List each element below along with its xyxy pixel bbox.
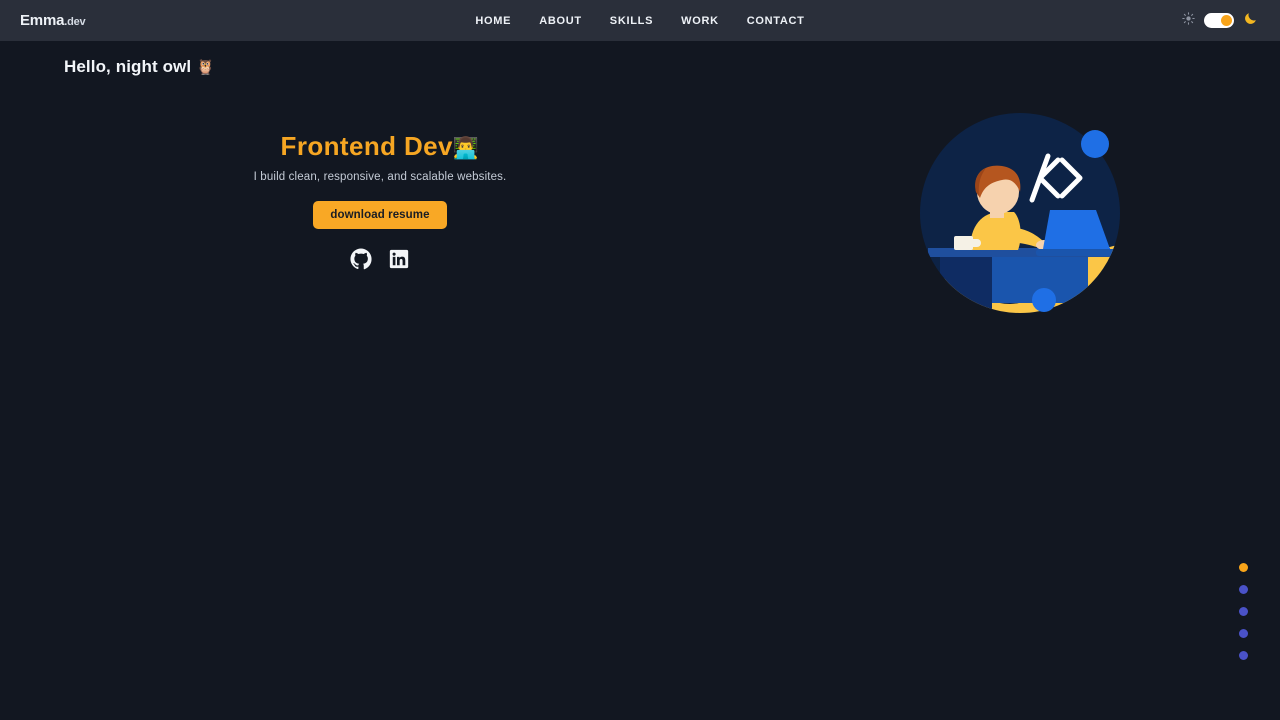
site-header: Emma.dev HOME ABOUT SKILLS WORK CONTACT: [0, 0, 1280, 41]
dot-nav-item-3[interactable]: [1239, 607, 1248, 616]
dot-nav-item-4[interactable]: [1239, 629, 1248, 638]
linkedin-icon[interactable]: [388, 248, 410, 270]
moon-icon: [1243, 11, 1258, 31]
theme-toggle-switch[interactable]: [1204, 13, 1234, 28]
download-resume-button[interactable]: download resume: [313, 200, 447, 229]
laptop-base: [1036, 249, 1116, 256]
hero-content: Frontend Dev👨‍💻 I build clean, responsiv…: [0, 100, 760, 270]
dot-nav-item-2[interactable]: [1239, 585, 1248, 594]
brand-logo[interactable]: Emma.dev: [20, 12, 86, 29]
technologist-emoji-icon: 👨‍💻: [452, 137, 480, 160]
greeting-text: Hello, night owl 🦉: [64, 57, 215, 77]
hero-title-text: Frontend Dev: [280, 131, 453, 161]
coffee-mug: [954, 236, 973, 250]
greeting-label: Hello, night owl: [64, 57, 192, 76]
theme-toggle-knob: [1221, 15, 1232, 26]
section-dot-navigation: [1239, 563, 1248, 660]
brand-suffix: .dev: [64, 16, 86, 28]
hero-title: Frontend Dev👨‍💻: [281, 132, 480, 161]
nav-item-skills[interactable]: SKILLS: [610, 15, 653, 27]
github-icon[interactable]: [350, 248, 372, 270]
nav-item-contact[interactable]: CONTACT: [747, 15, 805, 27]
mug-handle: [973, 239, 981, 247]
hero-subtitle: I build clean, responsive, and scalable …: [253, 170, 507, 183]
dot-nav-item-5[interactable]: [1239, 651, 1248, 660]
dot-nav-item-1[interactable]: [1239, 563, 1248, 572]
hero-illustration-container: [760, 100, 1280, 323]
nav-item-about[interactable]: ABOUT: [539, 15, 582, 27]
accent-dot-top: [1081, 130, 1109, 158]
brand-name: Emma: [20, 12, 65, 29]
nav-item-work[interactable]: WORK: [681, 15, 719, 27]
developer-illustration: [920, 113, 1120, 313]
owl-emoji-icon: 🦉: [196, 59, 215, 76]
nav-item-home[interactable]: HOME: [475, 15, 511, 27]
social-links: [350, 248, 410, 270]
main-navigation: HOME ABOUT SKILLS WORK CONTACT: [475, 15, 804, 27]
sun-icon: [1182, 11, 1195, 30]
accent-dot-bottom: [1032, 288, 1056, 312]
theme-switch: [1182, 11, 1258, 31]
desk-left-leg: [940, 257, 992, 313]
hero-section: Frontend Dev👨‍💻 I build clean, responsiv…: [0, 100, 1280, 330]
